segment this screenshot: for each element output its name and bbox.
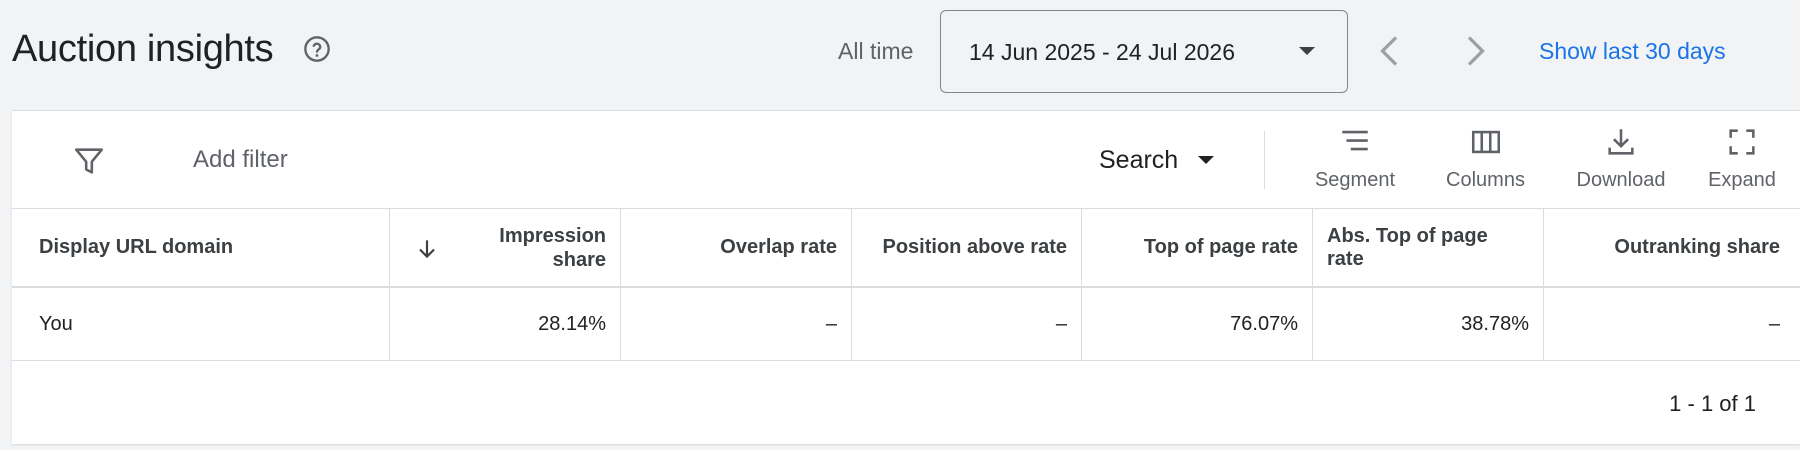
help-icon[interactable]	[303, 35, 331, 63]
table-cell-position-above-rate: –	[852, 288, 1082, 360]
toolbar-divider	[1264, 131, 1265, 189]
table-cell-outranking-share: –	[1768, 312, 1780, 335]
show-last-30-days-link[interactable]: Show last 30 days	[1539, 38, 1726, 65]
dropdown-caret-icon	[1198, 156, 1215, 164]
expand-button[interactable]: Expand	[1692, 125, 1792, 197]
auction-insights-card: Add filter Search Segment Columns Downlo…	[12, 110, 1800, 444]
date-range-select[interactable]: 14 Jun 2025 - 24 Jul 2026	[940, 10, 1348, 93]
column-header-label: Abs. Top of page rate	[1327, 224, 1488, 270]
table-cell-domain: You	[12, 288, 390, 360]
search-network-label: Search	[1099, 145, 1179, 174]
table-cell-top-of-page-rate: 76.07%	[1082, 288, 1313, 360]
expand-icon	[1729, 129, 1755, 155]
download-button[interactable]: Download	[1560, 125, 1682, 197]
segment-icon	[1342, 130, 1368, 151]
pagination-status: 1 - 1 of 1	[1669, 391, 1756, 416]
column-header-label: Impression share	[499, 224, 606, 271]
sort-descending-icon[interactable]	[414, 236, 440, 262]
expand-label: Expand	[1708, 169, 1776, 191]
column-header-display-url-domain[interactable]: Display URL domain	[12, 209, 390, 286]
columns-label: Columns	[1446, 169, 1525, 191]
table-cell-overlap-rate: –	[621, 288, 852, 360]
column-header-label: Overlap rate	[720, 236, 837, 258]
auction-insights-table: Display URL domain Impression share Over…	[12, 209, 1800, 445]
column-header-overlap-rate[interactable]: Overlap rate	[621, 209, 852, 286]
dropdown-caret-icon	[1299, 47, 1315, 55]
column-header-position-above-rate[interactable]: Position above rate	[852, 209, 1082, 286]
page-header: Auction insights All time 14 Jun 2025 - …	[0, 0, 1800, 108]
table-row: You 28.14% – – 76.07% 38.78% –	[12, 288, 1800, 361]
columns-icon	[1471, 130, 1500, 154]
filter-icon[interactable]	[72, 144, 106, 178]
page-title: Auction insights	[12, 28, 274, 70]
table-header-row: Display URL domain Impression share Over…	[12, 209, 1800, 288]
column-header-top-of-page-rate[interactable]: Top of page rate	[1082, 209, 1313, 286]
date-range-value: 14 Jun 2025 - 24 Jul 2026	[969, 39, 1235, 65]
search-network-dropdown[interactable]: Search	[1099, 145, 1215, 175]
column-header-label: Top of page rate	[1143, 236, 1298, 258]
column-header-label: Display URL domain	[39, 236, 234, 258]
chevron-right-icon[interactable]	[1460, 33, 1490, 69]
pagination-row: 1 - 1 of 1	[12, 361, 1800, 445]
chevron-left-icon[interactable]	[1375, 33, 1405, 69]
column-header-label: Outranking share	[1614, 236, 1780, 258]
add-filter-button[interactable]: Add filter	[193, 146, 288, 174]
segment-label: Segment	[1314, 169, 1396, 191]
columns-button[interactable]: Columns	[1428, 125, 1543, 197]
segment-button[interactable]: Segment	[1295, 125, 1415, 197]
column-header-abs-top-of-page-rate[interactable]: Abs. Top of page rate	[1313, 209, 1544, 286]
download-icon	[1608, 129, 1634, 155]
column-header-label: Position above rate	[882, 236, 1068, 258]
range-label: All time	[838, 38, 914, 64]
table-cell-impression-share: 28.14%	[390, 288, 621, 360]
table-toolbar: Add filter Search Segment Columns Downlo…	[12, 111, 1800, 209]
column-header-impression-share[interactable]: Impression share	[390, 209, 621, 286]
column-header-outranking-share[interactable]: Outranking share	[1544, 209, 1800, 286]
table-cell-abs-top-of-page-rate: 38.78%	[1313, 288, 1544, 360]
download-label: Download	[1576, 169, 1666, 191]
